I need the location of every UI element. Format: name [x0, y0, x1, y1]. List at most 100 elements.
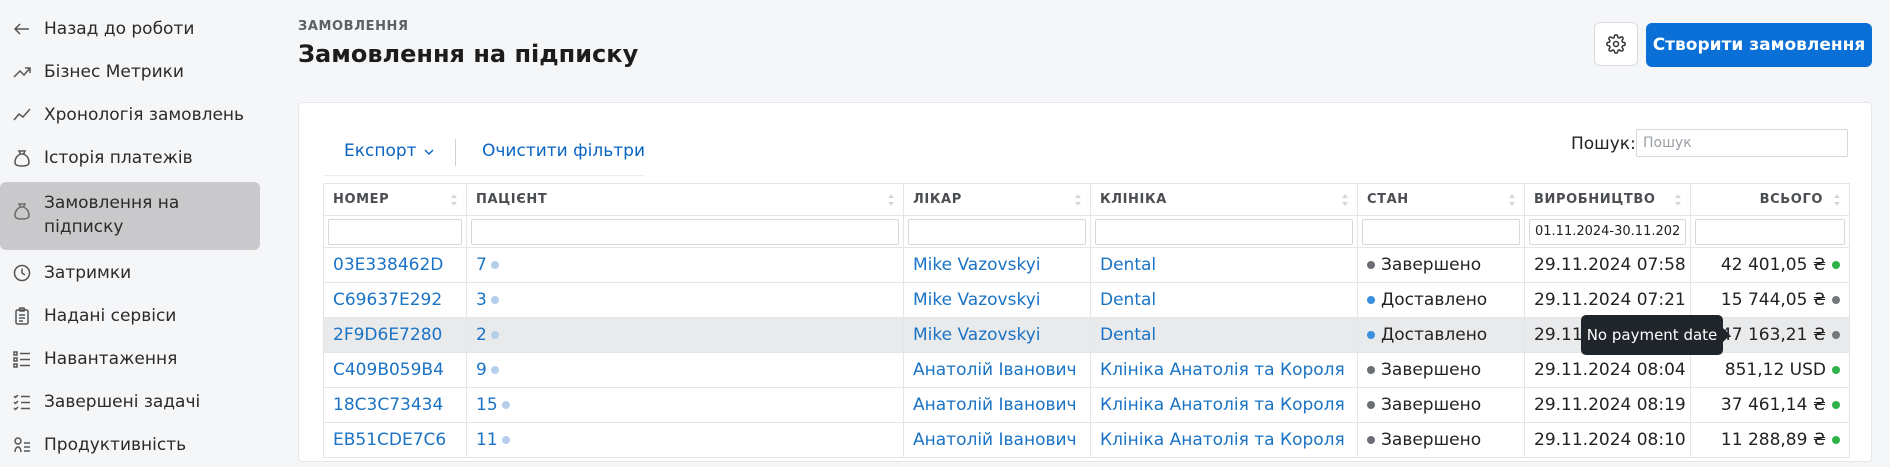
cell-doctor[interactable]: Анатолій Іванович: [903, 387, 1091, 423]
payment-status-dot[interactable]: [1832, 331, 1840, 339]
sidebar-item-workload[interactable]: Навантаження: [0, 338, 262, 381]
column-header-patient[interactable]: ПАЦІЄНТ: [466, 183, 904, 216]
order-number-link[interactable]: C69637E292: [333, 290, 442, 310]
patient-link[interactable]: 2: [476, 325, 487, 345]
cell-total: 37 461,14 ₴: [1690, 387, 1850, 423]
clock-icon: [12, 262, 32, 284]
column-header-production[interactable]: ВИРОБНИЦТВО: [1524, 183, 1691, 216]
cell-doctor[interactable]: Анатолій Іванович: [903, 422, 1091, 458]
doctor-link[interactable]: Mike Vazovskyi: [913, 325, 1040, 345]
cell-number[interactable]: EB51CDE7C6: [323, 422, 467, 458]
sidebar-item-back[interactable]: Назад до роботи: [0, 8, 262, 51]
payment-status-dot[interactable]: [1832, 401, 1840, 409]
column-header-number[interactable]: НОМЕР: [323, 183, 467, 216]
sidebar-item-productivity[interactable]: Продуктивність: [0, 424, 262, 467]
cell-number[interactable]: 18C3C73434: [323, 387, 467, 423]
patient-link[interactable]: 3: [476, 290, 487, 310]
filter-patient-input[interactable]: [471, 218, 899, 245]
sidebar-item-order-timeline[interactable]: Хронологія замовлень: [0, 94, 262, 137]
cell-doctor[interactable]: Mike Vazovskyi: [903, 282, 1091, 318]
cell-clinic[interactable]: Клініка Анатолія та Короля: [1090, 352, 1358, 388]
cell-number[interactable]: C409B059B4: [323, 352, 467, 388]
filter-total-input[interactable]: [1695, 218, 1845, 245]
patient-link[interactable]: 11: [476, 430, 498, 450]
sort-icon: [888, 194, 894, 206]
cell-number[interactable]: 2F9D6E7280: [323, 317, 467, 353]
export-dropdown[interactable]: Експорт: [344, 141, 434, 161]
cell-patient[interactable]: 9: [466, 352, 904, 388]
cell-total: 11 288,89 ₴: [1690, 422, 1850, 458]
cell-doctor[interactable]: Mike Vazovskyi: [903, 317, 1091, 353]
cell-patient[interactable]: 7: [466, 247, 904, 283]
order-number-link[interactable]: 2F9D6E7280: [333, 325, 442, 345]
sidebar-item-business-metrics[interactable]: Бізнес Метрики: [0, 51, 262, 94]
table-row[interactable]: 18C3C73434 15 Анатолій Іванович Клініка Ана…: [323, 387, 1850, 423]
cell-clinic[interactable]: Клініка Анатолія та Короля: [1090, 387, 1358, 423]
clinic-link[interactable]: Dental: [1100, 255, 1156, 275]
sidebar-item-payment-history[interactable]: Історія платежів: [0, 137, 262, 180]
filter-production-input[interactable]: [1529, 218, 1686, 245]
column-header-doctor[interactable]: ЛІКАР: [903, 183, 1091, 216]
cell-clinic[interactable]: Dental: [1090, 282, 1358, 318]
table-row[interactable]: C409B059B4 9 Анатолій Іванович Клініка Анат…: [323, 352, 1850, 388]
clinic-link[interactable]: Dental: [1100, 325, 1156, 345]
search-label: Пошук:: [1571, 134, 1636, 154]
search-input[interactable]: [1636, 129, 1848, 157]
order-number-link[interactable]: EB51CDE7C6: [333, 430, 446, 450]
filter-clinic-input[interactable]: [1095, 218, 1353, 245]
clinic-link[interactable]: Dental: [1100, 290, 1156, 310]
payment-status-dot[interactable]: [1832, 366, 1840, 374]
create-order-button[interactable]: Створити замовлення: [1646, 23, 1872, 67]
patient-link[interactable]: 7: [476, 255, 487, 275]
production-date: 29.11.2024 08:19: [1534, 395, 1686, 415]
patient-link[interactable]: 9: [476, 360, 487, 380]
table-row[interactable]: EB51CDE7C6 11 Анатолій Іванович Клініка Ана…: [323, 422, 1850, 458]
cell-clinic[interactable]: Dental: [1090, 247, 1358, 283]
doctor-link[interactable]: Анатолій Іванович: [913, 430, 1077, 450]
filter-number-input[interactable]: [328, 218, 462, 245]
cell-production: 29.11.2024 07:21: [1524, 282, 1691, 318]
clinic-link[interactable]: Клініка Анатолія та Короля: [1100, 360, 1345, 380]
sidebar-item-services[interactable]: Надані сервіси: [0, 295, 262, 338]
total-amount: 851,12 USD: [1724, 360, 1826, 380]
list-tree-icon: [12, 348, 32, 370]
column-header-status[interactable]: СТАН: [1357, 183, 1525, 216]
filter-row: [323, 215, 1850, 248]
order-number-link[interactable]: C409B059B4: [333, 360, 444, 380]
cell-patient[interactable]: 2: [466, 317, 904, 353]
clinic-link[interactable]: Клініка Анатолія та Короля: [1100, 430, 1345, 450]
doctor-link[interactable]: Mike Vazovskyi: [913, 255, 1040, 275]
settings-button[interactable]: [1594, 22, 1638, 66]
column-header-total[interactable]: ВСЬОГО: [1690, 183, 1850, 216]
cell-patient[interactable]: 3: [466, 282, 904, 318]
filter-status-input[interactable]: [1362, 218, 1520, 245]
sidebar-item-subscription-orders[interactable]: Замовлення на підписку: [0, 182, 260, 250]
column-header-clinic[interactable]: КЛІНІКА: [1090, 183, 1358, 216]
cell-number[interactable]: 03E338462D: [323, 247, 467, 283]
order-number-link[interactable]: 18C3C73434: [333, 395, 443, 415]
cell-clinic[interactable]: Клініка Анатолія та Короля: [1090, 422, 1358, 458]
sidebar-item-delays[interactable]: Затримки: [0, 252, 262, 295]
table-row[interactable]: C69637E292 3 Mike Vazovskyi Dental Доставлен…: [323, 282, 1850, 318]
clear-filters-button[interactable]: Очистити фільтри: [482, 141, 645, 161]
payment-status-dot[interactable]: [1832, 436, 1840, 444]
cell-clinic[interactable]: Dental: [1090, 317, 1358, 353]
patient-link[interactable]: 15: [476, 395, 498, 415]
order-number-link[interactable]: 03E338462D: [333, 255, 443, 275]
money-bag-icon: [12, 200, 32, 222]
payment-status-dot[interactable]: [1832, 261, 1840, 269]
payment-status-dot[interactable]: [1832, 296, 1840, 304]
cell-patient[interactable]: 11: [466, 422, 904, 458]
cell-patient[interactable]: 15: [466, 387, 904, 423]
filter-doctor-input[interactable]: [908, 218, 1086, 245]
table-row[interactable]: 03E338462D 7 Mike Vazovskyi Dental Завершено…: [323, 247, 1850, 283]
sort-icon: [1075, 194, 1081, 206]
clinic-link[interactable]: Клініка Анатолія та Короля: [1100, 395, 1345, 415]
sidebar-item-completed-tasks[interactable]: Завершені задачі: [0, 381, 262, 424]
cell-doctor[interactable]: Mike Vazovskyi: [903, 247, 1091, 283]
doctor-link[interactable]: Mike Vazovskyi: [913, 290, 1040, 310]
cell-doctor[interactable]: Анатолій Іванович: [903, 352, 1091, 388]
cell-number[interactable]: C69637E292: [323, 282, 467, 318]
doctor-link[interactable]: Анатолій Іванович: [913, 395, 1077, 415]
doctor-link[interactable]: Анатолій Іванович: [913, 360, 1077, 380]
